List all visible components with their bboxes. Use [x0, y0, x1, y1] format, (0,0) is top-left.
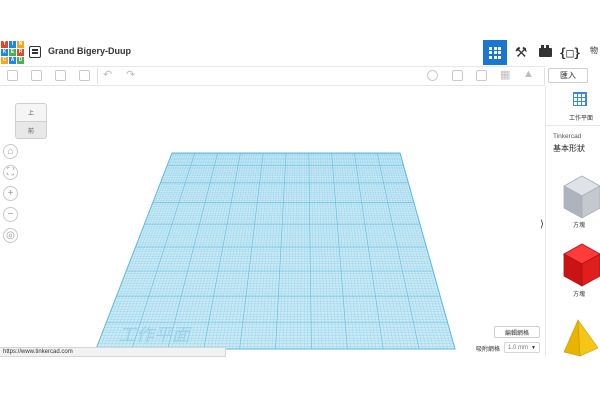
snap-grid-select[interactable]: 1.0 mm ▼ — [504, 342, 540, 353]
blocks-pickaxe-button[interactable]: ⚒ — [509, 40, 533, 65]
shape-library-name[interactable]: Tinkercad — [553, 133, 581, 140]
grid-icon — [489, 46, 501, 59]
undo-icon[interactable]: ↶ — [103, 68, 112, 81]
minus-icon: − — [7, 208, 14, 220]
brick-icon — [538, 45, 552, 57]
perspective-icon: ◎ — [6, 229, 15, 241]
fit-icon: ⛶ — [7, 166, 14, 178]
toolbar-divider — [97, 68, 98, 84]
tinkercad-logo[interactable]: T I N K E R C A D — [1, 41, 24, 64]
workplane-tool-label: 工作平面 — [569, 116, 594, 122]
workplane-tool-icon[interactable] — [573, 92, 587, 106]
mirror-icon[interactable]: ▲ — [523, 68, 534, 80]
import-button[interactable]: 匯入 — [548, 68, 588, 83]
view-cube[interactable]: 上 前 — [15, 103, 47, 139]
toolbar-divider — [544, 68, 545, 84]
zoom-in-button[interactable]: + — [3, 186, 18, 201]
shape-box-red-label: 方塊 — [573, 292, 586, 298]
home-icon: ⌂ — [7, 145, 14, 157]
home-view-button[interactable]: ⌂ — [3, 144, 18, 159]
workplane[interactable]: 工作平面 — [0, 87, 545, 355]
view-cube-front[interactable]: 前 — [15, 121, 47, 139]
edit-grid-button[interactable]: 編輯網格 — [494, 326, 540, 338]
3d-viewport[interactable]: 工作平面 — [0, 87, 545, 355]
plus-icon: + — [7, 187, 14, 199]
ortho-view-button[interactable]: ◎ — [3, 228, 18, 243]
shape-outline-icon[interactable] — [452, 70, 463, 81]
copy-icon[interactable] — [7, 70, 18, 81]
group-icon[interactable] — [476, 70, 487, 81]
workplane-watermark: 工作平面 — [118, 325, 193, 346]
bricks-button[interactable] — [533, 40, 557, 65]
3d-design-view-button[interactable] — [483, 40, 507, 65]
more-menu-label[interactable]: 物 — [590, 45, 598, 56]
shape-box-gray-label: 方塊 — [573, 223, 586, 229]
redo-icon[interactable]: ↷ — [126, 68, 135, 81]
shape-box-red[interactable] — [556, 240, 600, 288]
bottom-blank-area — [0, 357, 600, 400]
delete-icon[interactable] — [79, 70, 90, 81]
project-title[interactable]: Grand Bigery-Duup — [48, 46, 131, 56]
fit-view-button[interactable]: ⛶ — [3, 165, 18, 180]
snap-grid-label: 吸附網格 — [476, 347, 501, 353]
status-url-bar: https://www.tinkercad.com — [0, 347, 226, 357]
light-bulb-icon[interactable] — [427, 70, 438, 81]
caret-down-icon: ▼ — [531, 345, 536, 351]
pickaxe-icon: ⚒ — [514, 44, 528, 60]
panel-divider — [546, 125, 600, 126]
shape-category-select[interactable]: 基本形狀 — [553, 143, 585, 154]
chevron-right-icon: ⟩ — [540, 218, 544, 230]
view-cube-top[interactable]: 上 — [15, 103, 47, 121]
codeblocks-button[interactable]: {□} — [558, 40, 582, 65]
shape-pyramid-yellow[interactable] — [560, 318, 600, 358]
align-icon[interactable]: ▦ — [500, 68, 510, 81]
collapse-panel-handle[interactable]: ⟩ — [538, 216, 546, 232]
design-list-icon[interactable] — [29, 46, 41, 58]
shape-box-gray[interactable] — [556, 172, 600, 220]
paste-icon[interactable] — [31, 70, 42, 81]
zoom-out-button[interactable]: − — [3, 207, 18, 222]
duplicate-icon[interactable] — [55, 70, 66, 81]
code-braces-icon: {□} — [559, 45, 581, 60]
